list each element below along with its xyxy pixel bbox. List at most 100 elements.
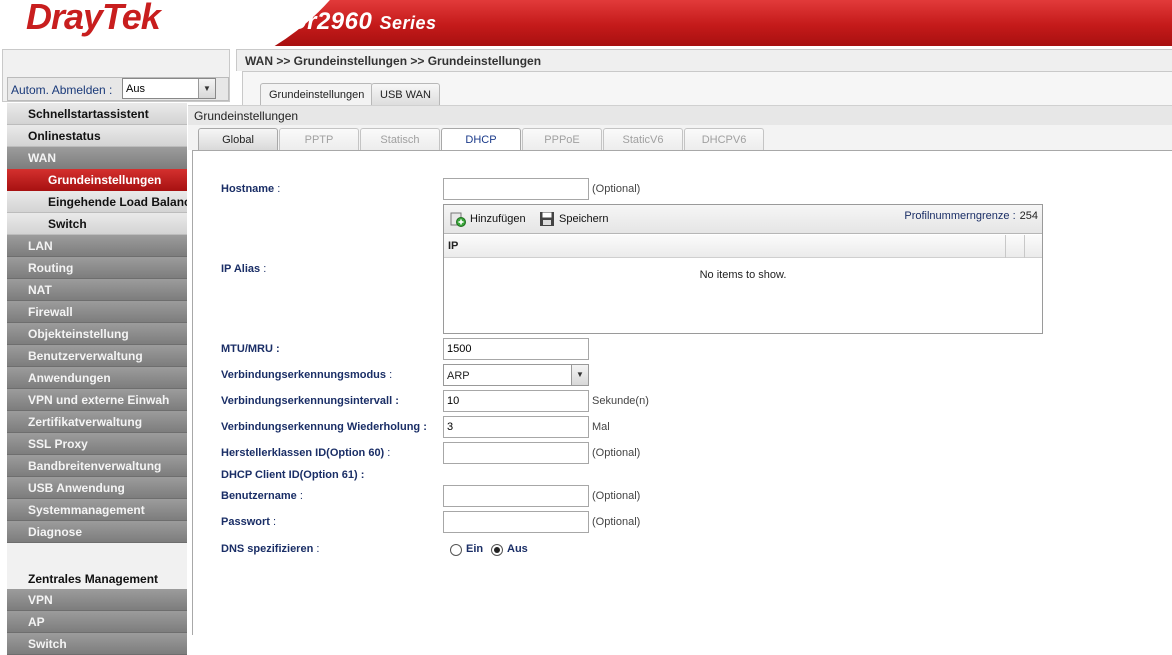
grid-empty-message: No items to show. [699, 269, 787, 281]
username-input[interactable] [443, 485, 589, 507]
vendor-class-label: Herstellerklassen ID(Option 60) : [221, 447, 390, 459]
tab-usb-wan[interactable]: USB WAN [371, 83, 440, 106]
model-number: Vigor2960 [254, 8, 373, 35]
sidebar-item-central-vpn[interactable]: VPN [7, 589, 187, 611]
sidebar-item-bandwidth[interactable]: Bandbreitenverwaltung [7, 455, 187, 477]
hostname-input[interactable] [443, 178, 589, 200]
profile-limit-value: 254 [1019, 210, 1038, 222]
detection-retry-label-text: Verbindungserkennung Wiederholung : [221, 421, 427, 433]
vendor-class-colon: : [387, 447, 391, 459]
sidebar-item-nat[interactable]: NAT [7, 279, 187, 301]
sidebar-item-routing[interactable]: Routing [7, 257, 187, 279]
mtu-input[interactable] [443, 338, 589, 360]
chevron-down-icon: ▼ [198, 79, 215, 98]
panel-title-bar: Grundeinstellungen [188, 105, 1172, 125]
username-label: Benutzername : [221, 490, 303, 502]
detection-mode-colon: : [389, 369, 393, 381]
vendor-class-optional: (Optional) [592, 447, 641, 459]
tab-dhcpv6[interactable]: DHCPV6 [684, 128, 764, 151]
sidebar-item-ssl-proxy[interactable]: SSL Proxy [7, 433, 187, 455]
detection-interval-label-text: Verbindungserkennungsintervall : [221, 395, 399, 407]
chevron-down-icon: ▼ [571, 365, 588, 385]
draytek-logo: DrayTek [26, 0, 161, 37]
sidebar-item-central-ap[interactable]: AP [7, 611, 187, 633]
dns-off-radio[interactable] [491, 544, 503, 556]
dns-on-radio[interactable] [450, 544, 462, 556]
detection-mode-value: ARP [447, 370, 470, 382]
auto-logout-value: Aus [126, 83, 145, 95]
sidebar-item-firewall[interactable]: Firewall [7, 301, 187, 323]
sidebar-item-central-switch[interactable]: Switch [7, 633, 187, 655]
tab-general-setup[interactable]: Grundeinstellungen [260, 83, 374, 106]
sidebar-item-lan[interactable]: LAN [7, 235, 187, 257]
mtu-label-text: MTU/MRU : [221, 343, 280, 355]
ip-alias-grid: Hinzufügen Speichern Profilnummerngrenze… [443, 204, 1043, 334]
password-optional: (Optional) [592, 516, 641, 528]
detection-mode-select[interactable]: ARP ▼ [443, 364, 589, 386]
column-divider [1005, 235, 1006, 258]
radio-selected-dot [494, 547, 500, 553]
vendor-class-label-text: Herstellerklassen ID(Option 60) [221, 447, 385, 459]
add-button[interactable]: Hinzufügen [450, 211, 526, 228]
tab-staticv6[interactable]: StaticV6 [603, 128, 683, 151]
add-icon [450, 212, 466, 228]
ip-alias-label-text: IP Alias [221, 263, 261, 275]
save-button-label: Speichern [559, 213, 609, 225]
sidebar-item-diagnostics[interactable]: Diagnose [7, 521, 187, 543]
sidebar-item-general-setup[interactable]: Grundeinstellungen [7, 169, 187, 191]
column-ip[interactable]: IP [448, 240, 458, 252]
grid-header: IP [444, 235, 1042, 258]
app-header: DrayTek Vigor2960 Series [0, 0, 1172, 46]
sidebar-spacer [7, 543, 187, 565]
vendor-class-input[interactable] [443, 442, 589, 464]
hostname-label: Hostname : [221, 183, 280, 195]
password-label: Passwort : [221, 516, 276, 528]
add-button-label: Hinzufügen [470, 213, 526, 225]
password-label-text: Passwort [221, 516, 270, 528]
username-colon: : [299, 490, 303, 502]
save-button[interactable]: Speichern [539, 211, 609, 228]
dns-off-label: Aus [507, 543, 528, 555]
tab-static[interactable]: Statisch [360, 128, 440, 151]
profile-limit: Profilnummerngrenze :254 [904, 210, 1038, 222]
detection-interval-label: Verbindungserkennungsintervall : [221, 395, 399, 407]
sidebar-menu: Schnellstartassistent Onlinestatus WAN G… [7, 103, 187, 655]
detection-retry-unit: Mal [592, 421, 610, 433]
sidebar-item-wan-switch[interactable]: Switch [7, 213, 187, 235]
password-input[interactable] [443, 511, 589, 533]
panel-title: Grundeinstellungen [194, 109, 299, 123]
tab-global[interactable]: Global [198, 128, 278, 151]
sidebar-item-user-management[interactable]: Benutzerverwaltung [7, 345, 187, 367]
sidebar-item-inbound-load-balance[interactable]: Eingehende Load Balance [7, 191, 187, 213]
sidebar-item-wan[interactable]: WAN [7, 147, 187, 169]
client-id-label-text: DHCP Client ID(Option 61) : [221, 469, 365, 481]
sidebar-section-central: Zentrales Management [7, 565, 187, 589]
sidebar-item-online-status[interactable]: Onlinestatus [7, 125, 187, 147]
sidebar-item-system[interactable]: Systemmanagement [7, 499, 187, 521]
tab-pptp[interactable]: PPTP [279, 128, 359, 151]
tab-dhcp[interactable]: DHCP [441, 128, 521, 152]
auto-logout: Autom. Abmelden : Aus ▼ [7, 77, 229, 101]
ip-alias-label: IP Alias : [221, 263, 266, 275]
detection-interval-unit: Sekunde(n) [592, 395, 649, 407]
client-id-label: DHCP Client ID(Option 61) : [221, 469, 364, 481]
sidebar-item-usb[interactable]: USB Anwendung [7, 477, 187, 499]
breadcrumb-bar: WAN >> Grundeinstellungen >> Grundeinste… [236, 49, 1172, 71]
detection-interval-input[interactable] [443, 390, 589, 412]
sidebar-item-quick-start[interactable]: Schnellstartassistent [7, 103, 187, 125]
auto-logout-select[interactable]: Aus ▼ [122, 78, 216, 99]
ip-alias-colon: : [263, 263, 267, 275]
sidebar-item-certificates[interactable]: Zertifikatverwaltung [7, 411, 187, 433]
detection-retry-input[interactable] [443, 416, 589, 438]
breadcrumb: WAN >> Grundeinstellungen >> Grundeinste… [245, 54, 542, 68]
auto-logout-label: Autom. Abmelden : [11, 83, 113, 97]
password-colon: : [272, 516, 277, 528]
tab-pppoe[interactable]: PPPoE [522, 128, 602, 151]
sidebar-item-vpn[interactable]: VPN und externe Einwah [7, 389, 187, 411]
hostname-colon: : [277, 183, 281, 195]
sidebar-item-objects[interactable]: Objekteinstellung [7, 323, 187, 345]
top-tabs-bar: Grundeinstellungen USB WAN [242, 71, 1172, 106]
model-series: Series [379, 13, 437, 33]
sidebar-item-applications[interactable]: Anwendungen [7, 367, 187, 389]
column-divider [1024, 235, 1025, 258]
